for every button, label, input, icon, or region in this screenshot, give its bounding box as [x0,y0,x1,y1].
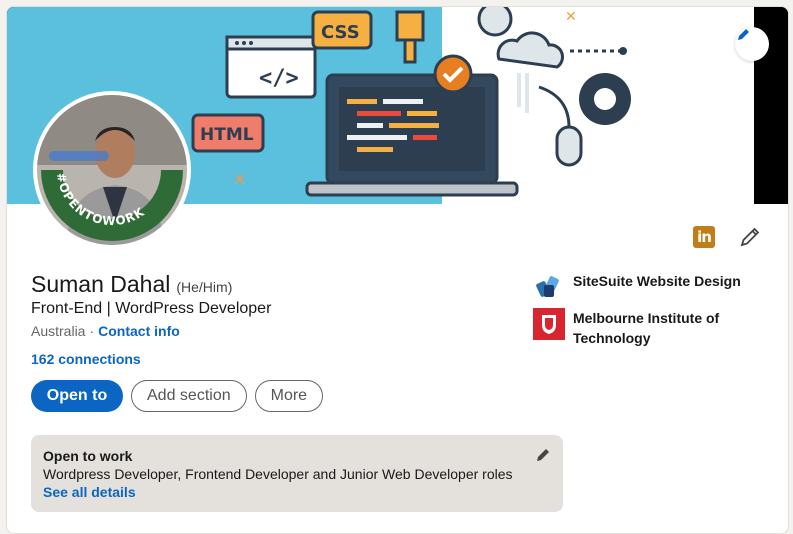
add-section-button[interactable]: Add section [131,380,247,412]
name-row: Suman Dahal (He/Him) [31,271,232,298]
profile-card: ✕ ✕ </> CSS HTML #OPENTOWORK in Suman Da… [6,6,789,534]
svg-text:✕: ✕ [233,170,246,189]
more-button[interactable]: More [254,380,324,412]
contact-info-link[interactable]: Contact info [98,323,180,339]
mit-logo-icon [533,308,565,340]
profile-actions: Open to Add section More [31,380,324,412]
open-to-work-description: Wordpress Developer, Frontend Developer … [43,466,513,482]
avatar-image: #OPENTOWORK [37,95,187,245]
location-row: Australia · Contact info [31,323,180,339]
org-item-education[interactable]: Melbourne Institute of Technology [533,308,753,348]
profile-photo[interactable]: #OPENTOWORK [33,91,191,249]
see-all-details-link[interactable]: See all details [43,484,551,500]
profile-name: Suman Dahal [31,271,171,297]
pronouns: (He/Him) [176,279,233,295]
profile-headline: Front-End | WordPress Developer [31,300,272,317]
separator-dot: · [89,323,95,339]
html-label: HTML [200,125,254,145]
css-label: CSS [321,22,360,43]
edit-banner-button[interactable] [735,27,769,61]
open-to-work-card: Open to work Wordpress Developer, Fronte… [31,435,563,512]
edit-intro-button[interactable] [738,225,762,249]
linkedin-icon[interactable]: in [693,226,715,248]
pencil-icon [537,449,549,461]
code-tag-text: </> [259,66,299,91]
edit-open-to-work-button[interactable] [535,447,551,468]
org-name: Melbourne Institute of Technology [573,310,720,346]
open-to-work-title: Open to work [43,448,133,464]
top-right-actions: in [693,225,762,249]
pencil-icon [740,227,760,247]
org-item-current-company[interactable]: SiteSuite Website Design [533,271,753,303]
pencil-icon [738,29,749,40]
svg-text:✕: ✕ [565,9,577,25]
sitesuite-logo-icon [533,271,565,303]
location-text: Australia [31,323,86,339]
org-name: SiteSuite Website Design [573,273,741,289]
connections-link[interactable]: 162 connections [31,351,141,367]
open-to-button[interactable]: Open to [31,380,123,412]
